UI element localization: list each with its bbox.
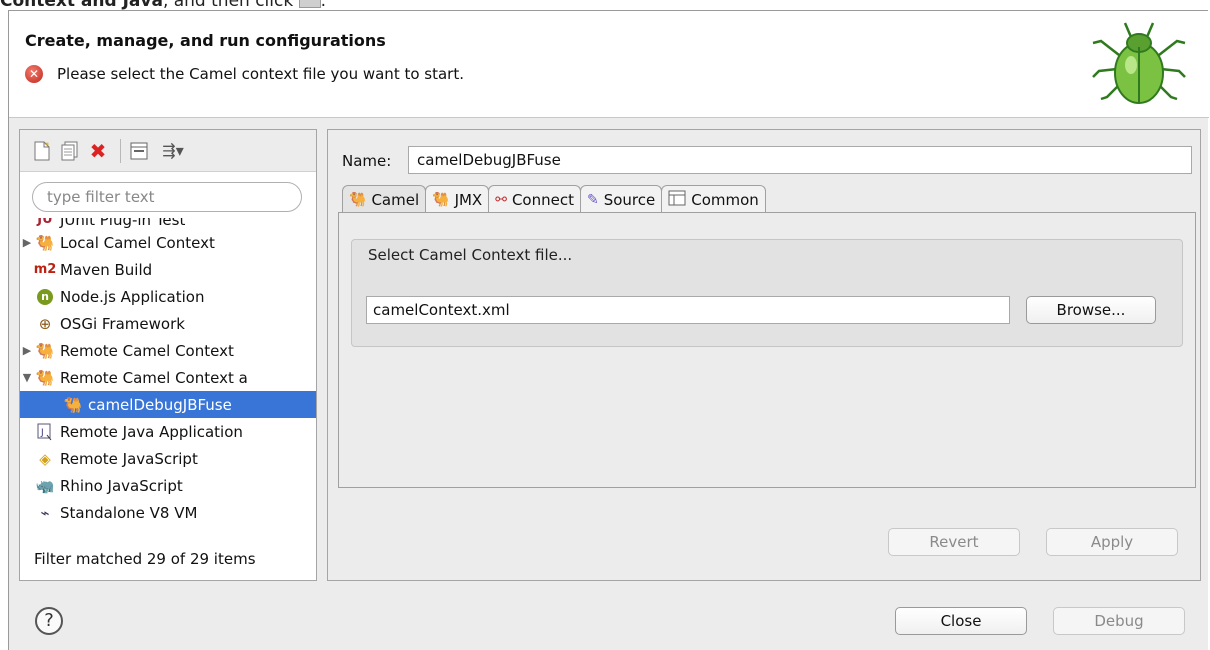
tab-camel[interactable]: 🐫 Camel — [342, 185, 427, 213]
filter-status: Filter matched 29 of 29 items — [34, 550, 256, 568]
tab-label: Source — [603, 190, 656, 209]
camel-icon: 🐫 — [35, 368, 55, 387]
tree-item-label: camelDebugJBFuse — [88, 395, 232, 414]
tree-item-label: Local Camel Context — [60, 233, 215, 252]
config-tree: JU JUnit Plug-in Test ▶ 🐫 Local Camel Co… — [20, 218, 316, 548]
header-message: ✕ Please select the Camel context file y… — [25, 65, 464, 83]
java-icon: J — [34, 422, 56, 442]
tree-item-label: Standalone V8 VM — [60, 503, 198, 522]
common-icon — [668, 190, 686, 210]
tree-item[interactable]: ▶ 🐫 Local Camel Context — [20, 229, 316, 256]
tab-jmx[interactable]: 🐫 JMX — [425, 185, 490, 213]
tree-item-label: JUnit Plug-in Test — [60, 218, 186, 229]
tree-item[interactable]: m2 Maven Build — [20, 256, 316, 283]
tree-item[interactable]: J Remote Java Application — [20, 418, 316, 445]
duplicate-icon[interactable] — [58, 139, 82, 163]
error-icon: ✕ — [25, 65, 43, 83]
dialog-header: Create, manage, and run configurations ✕… — [9, 11, 1209, 118]
tree-item[interactable]: ⊕ OSGi Framework — [20, 310, 316, 337]
tree-item-label: Remote Java Application — [60, 422, 243, 441]
debug-bug-icon — [1092, 22, 1186, 104]
tree-item-label: Remote Camel Context — [60, 341, 234, 360]
svg-text:*: * — [45, 141, 49, 150]
camel-context-group: Select Camel Context file... camelContex… — [351, 239, 1183, 347]
config-type-panel: * ✖ ⇶▾ type filter text JU JUnit Plug-in… — [19, 129, 317, 581]
run-button-icon — [298, 0, 321, 8]
tree-item-selected[interactable]: 🐫 camelDebugJBFuse — [20, 391, 316, 418]
tree-item[interactable]: n Node.js Application — [20, 283, 316, 310]
help-icon[interactable]: ? — [35, 607, 63, 635]
tree-item-label: Maven Build — [60, 260, 153, 279]
toolbar-separator — [120, 138, 121, 163]
name-label: Name: — [342, 152, 392, 170]
debug-configurations-dialog: Create, manage, and run configurations ✕… — [8, 10, 1209, 650]
expand-arrow-icon[interactable]: ▶ — [20, 236, 34, 249]
tab-source[interactable]: ✎ Source — [579, 185, 663, 213]
collapse-all-icon[interactable] — [127, 139, 151, 163]
javascript-icon: ◈ — [39, 449, 51, 468]
tree-item-label: Rhino JavaScript — [60, 476, 183, 495]
camel-icon: 🐫 — [35, 233, 55, 252]
tree-item-label: Node.js Application — [60, 287, 205, 306]
group-title: Select Camel Context file... — [368, 246, 573, 264]
svg-text:J: J — [40, 428, 44, 438]
tree-item-label: Remote Camel Context a — [60, 368, 248, 387]
junit-icon: JU — [37, 218, 53, 227]
connect-icon: ⚯ — [495, 191, 507, 208]
camel-icon: 🐫 — [63, 395, 83, 414]
collapse-arrow-icon[interactable]: ▼ — [20, 371, 34, 384]
camel-icon: 🐫 — [349, 191, 367, 208]
config-toolbar: * ✖ ⇶▾ — [20, 130, 316, 172]
filter-input[interactable]: type filter text — [32, 182, 302, 212]
rhino-icon: 🦏 — [35, 476, 55, 495]
tab-connect[interactable]: ⚯ Connect — [488, 185, 581, 213]
tree-item[interactable]: 🦏 Rhino JavaScript — [20, 472, 316, 499]
config-tabs: 🐫 Camel 🐫 JMX ⚯ Connect ✎ Source Common — [342, 185, 766, 213]
camel-icon: 🐫 — [432, 191, 450, 208]
expand-arrow-icon[interactable]: ▶ — [20, 344, 34, 357]
header-title: Create, manage, and run configurations — [25, 31, 386, 50]
config-editor-panel: Name: camelDebugJBFuse 🐫 Camel 🐫 JMX ⚯ C… — [327, 129, 1201, 581]
header-message-text: Please select the Camel context file you… — [57, 65, 464, 83]
camel-context-file-field[interactable]: camelContext.xml — [366, 296, 1010, 324]
tree-item[interactable]: ◈ Remote JavaScript — [20, 445, 316, 472]
camel-icon: 🐫 — [35, 341, 55, 360]
tab-label: Camel — [371, 190, 420, 209]
delete-icon[interactable]: ✖ — [86, 139, 110, 163]
source-icon: ✎ — [586, 191, 599, 208]
apply-button[interactable]: Apply — [1046, 528, 1178, 556]
new-config-icon[interactable]: * — [30, 139, 54, 163]
debug-button[interactable]: Debug — [1053, 607, 1185, 635]
tab-common[interactable]: Common — [661, 185, 766, 213]
tab-label: Connect — [511, 190, 574, 209]
name-field[interactable]: camelDebugJBFuse — [408, 146, 1192, 174]
camel-tab-content: Select Camel Context file... camelContex… — [338, 212, 1196, 488]
tree-item-label: Remote JavaScript — [60, 449, 198, 468]
tree-item[interactable]: ▶ 🐫 Remote Camel Context — [20, 337, 316, 364]
v8-icon: ⌁ — [40, 503, 50, 522]
tree-item-label: OSGi Framework — [60, 314, 185, 333]
maven-icon: m2 — [33, 262, 57, 277]
browse-button[interactable]: Browse... — [1026, 296, 1156, 324]
tab-label: JMX — [454, 190, 483, 209]
tree-item[interactable]: ⌁ Standalone V8 VM — [20, 499, 316, 526]
revert-button[interactable]: Revert — [888, 528, 1020, 556]
close-button[interactable]: Close — [895, 607, 1027, 635]
tab-label: Common — [691, 190, 759, 209]
filter-icon[interactable]: ⇶▾ — [155, 139, 191, 163]
nodejs-icon: n — [34, 287, 56, 307]
osgi-icon: ⊕ — [38, 314, 52, 333]
tree-item[interactable]: ▼ 🐫 Remote Camel Context a — [20, 364, 316, 391]
